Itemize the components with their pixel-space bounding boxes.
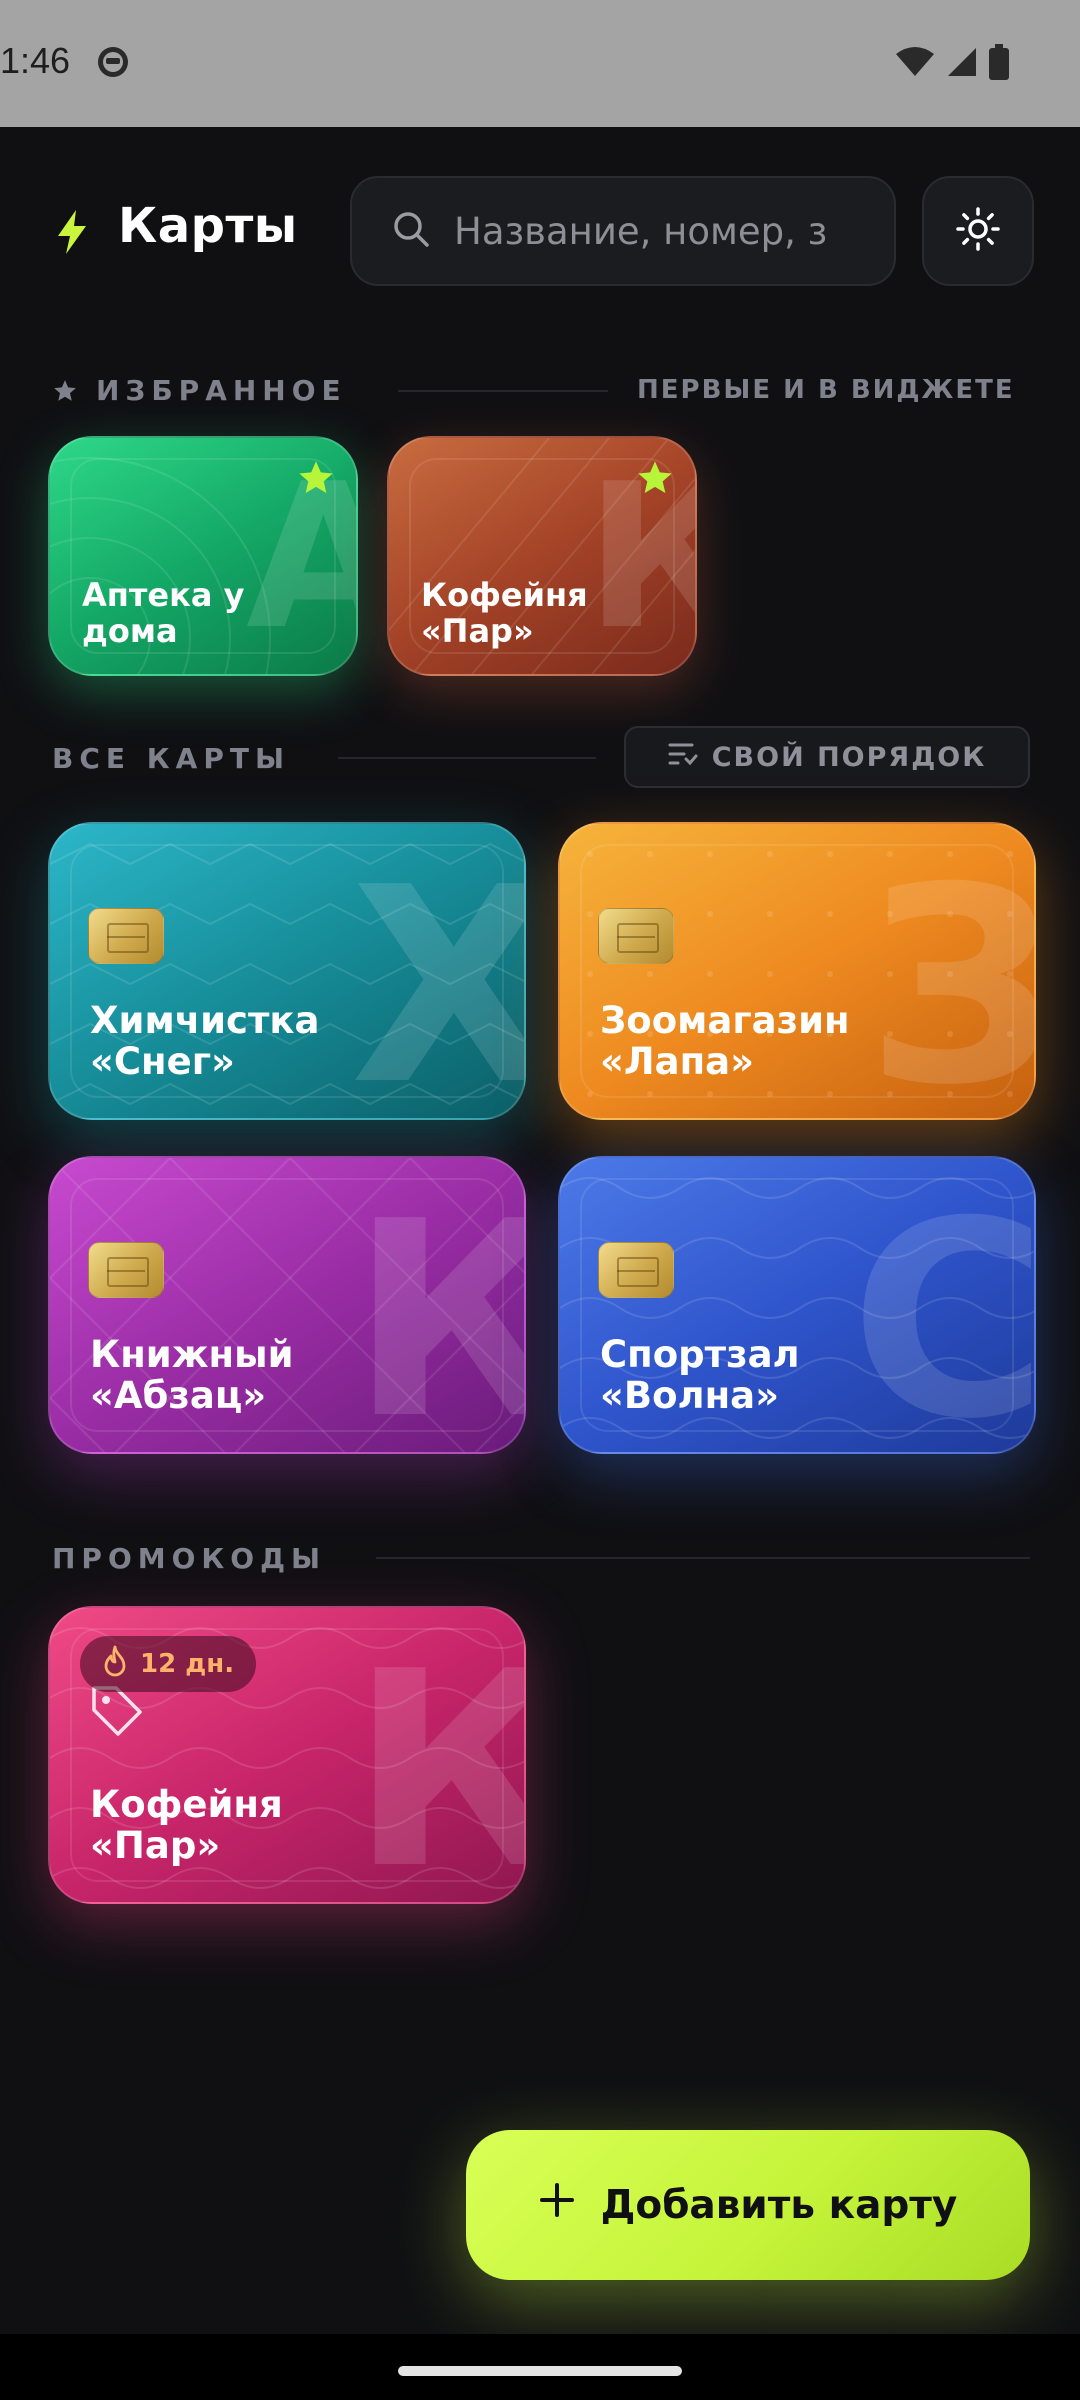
loyalty-card[interactable]: С Спортзал «Волна» [558, 1156, 1036, 1454]
promos-section-title: ПРОМОКОДЫ [52, 1542, 327, 1575]
battery-icon [989, 44, 1009, 80]
card-name: Спортзал «Волна» [600, 1333, 800, 1418]
star-icon[interactable] [635, 458, 675, 502]
card-name: Книжный «Абзац» [90, 1333, 294, 1418]
theme-toggle-button[interactable] [922, 176, 1034, 286]
sort-icon [668, 741, 698, 774]
favorite-card[interactable]: К Кофейня «Пар» [387, 436, 697, 676]
card-letter: З [866, 852, 1034, 1119]
divider [398, 390, 608, 392]
card-letter: Х [350, 852, 524, 1119]
favorites-section-title: ИЗБРАННОЕ [96, 374, 347, 407]
sun-icon [955, 206, 1001, 256]
favorite-card[interactable]: А Аптека у дома [48, 436, 358, 676]
sort-order-button[interactable]: СВОЙ ПОРЯДОК [624, 726, 1030, 788]
card-name: Кофейня «Пар» [90, 1783, 283, 1868]
signal-icon [948, 48, 976, 76]
card-chip-icon [598, 1242, 674, 1298]
notification-icon [96, 45, 130, 83]
system-icons [894, 44, 1010, 80]
card-name: Аптека у дома [82, 576, 245, 650]
divider [338, 757, 596, 759]
card-letter: К [350, 1636, 524, 1903]
card-name: Кофейня «Пар» [421, 576, 588, 650]
card-letter: К [350, 1186, 524, 1453]
status-bar: 1:46 [0, 0, 1080, 127]
all-cards-section-title: ВСЕ КАРТЫ [52, 742, 290, 775]
home-gesture-handle[interactable] [398, 2366, 682, 2376]
expiry-badge: 12 дн. [80, 1636, 257, 1692]
add-card-label: Добавить карту [600, 2182, 958, 2228]
expiry-text: 12 дн. [140, 1649, 235, 1679]
card-chip-icon [598, 908, 674, 964]
loyalty-card[interactable]: З Зоомагазин «Лапа» [558, 822, 1036, 1120]
search-bar[interactable] [350, 176, 896, 286]
page-title: Карты [118, 198, 298, 254]
card-name: Химчистка «Снег» [90, 999, 320, 1084]
plus-icon [539, 2182, 575, 2228]
status-time: 1:46 [0, 40, 71, 81]
loyalty-card[interactable]: К Книжный «Абзац» [48, 1156, 526, 1454]
star-icon[interactable] [296, 458, 336, 502]
sort-label: СВОЙ ПОРЯДОК [711, 741, 987, 773]
loyalty-card[interactable]: Х Химчистка «Снег» [48, 822, 526, 1120]
search-input[interactable] [454, 209, 874, 253]
bolt-icon [52, 208, 92, 260]
card-chip-icon [88, 908, 164, 964]
divider [376, 1557, 1030, 1559]
add-card-button[interactable]: Добавить карту [466, 2130, 1030, 2280]
card-letter: С [850, 1163, 1036, 1454]
card-chip-icon [88, 1242, 164, 1298]
promo-card[interactable]: К 12 дн. Кофейня «Пар» [48, 1606, 526, 1904]
search-icon [392, 210, 430, 252]
favorites-hint: ПЕРВЫЕ И В ВИДЖЕТЕ [637, 375, 1015, 405]
wifi-icon [896, 47, 934, 76]
star-icon [52, 378, 78, 408]
card-name: Зоомагазин «Лапа» [600, 999, 850, 1084]
flame-icon [102, 1645, 128, 1684]
